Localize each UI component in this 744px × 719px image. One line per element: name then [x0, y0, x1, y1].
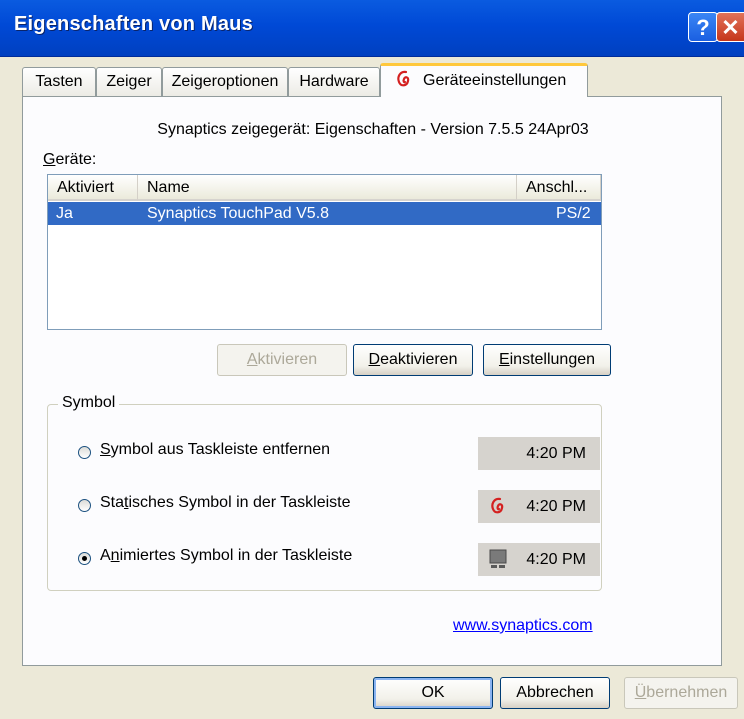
tab-zeiger[interactable]: Zeiger: [96, 67, 162, 96]
activate-button[interactable]: Aktivieren: [217, 344, 347, 376]
synaptics-logo-icon: [397, 70, 410, 87]
tray-preview-none: 4:20 PM: [478, 437, 600, 470]
tab-label: Geräteeinstellungen: [423, 72, 567, 89]
cell-name: Synaptics TouchPad V5.8: [147, 205, 330, 222]
cancel-button[interactable]: Abbrechen: [500, 677, 610, 709]
synaptics-logo-icon: [491, 497, 504, 514]
cell-port: PS/2: [556, 205, 591, 222]
symbol-group-title: Symbol: [58, 394, 120, 412]
device-list[interactable]: Aktiviert Name Anschl... Ja Synaptics To…: [47, 174, 602, 330]
help-button[interactable]: ?: [688, 12, 718, 42]
ok-button[interactable]: OK: [373, 677, 493, 709]
title-bar[interactable]: Eigenschaften von Maus ? ✕: [0, 0, 744, 57]
version-text: Synaptics zeigegerät: Eigenschaften - Ve…: [157, 121, 589, 138]
devices-label: Geräte:: [43, 151, 97, 168]
synaptics-website-link[interactable]: www.synaptics.com: [453, 617, 593, 635]
radio-remove-symbol[interactable]: [78, 446, 91, 459]
radio-animated-symbol[interactable]: [78, 552, 91, 565]
tray-preview-animated: 4:20 PM: [478, 543, 600, 576]
tray-time: 4:20 PM: [526, 445, 586, 462]
symbol-group: Symbol Symbol aus Taskleiste entfernen 4…: [47, 394, 602, 591]
table-row[interactable]: Ja Synaptics TouchPad V5.8 PS/2: [48, 202, 601, 225]
apply-button[interactable]: Übernehmen: [624, 677, 738, 709]
deactivate-button[interactable]: Deaktivieren: [353, 344, 473, 376]
close-button[interactable]: ✕: [716, 12, 744, 42]
tray-time: 4:20 PM: [526, 551, 586, 568]
column-header-activated[interactable]: Aktiviert: [48, 175, 138, 201]
window-title: Eigenschaften von Maus: [14, 13, 253, 35]
radio-label-remove-symbol[interactable]: Symbol aus Taskleiste entfernen: [100, 441, 330, 459]
radio-label-animated-symbol[interactable]: Animiertes Symbol in der Taskleiste: [100, 547, 352, 565]
cell-activated: Ja: [56, 205, 73, 222]
settings-button[interactable]: Einstellungen: [483, 344, 611, 376]
column-header-name[interactable]: Name: [138, 175, 517, 201]
column-header-port[interactable]: Anschl...: [517, 175, 601, 201]
radio-label-static-symbol[interactable]: Statisches Symbol in der Taskleiste: [100, 494, 351, 512]
tray-preview-static: 4:20 PM: [478, 490, 600, 523]
tab-hardware[interactable]: Hardware: [288, 67, 380, 96]
touchpad-icon: [489, 549, 507, 568]
tab-geraeteeinstellungen[interactable]: Geräteeinstellungen: [380, 63, 588, 97]
tab-panel: Synaptics zeigegerät: Eigenschaften - Ve…: [22, 96, 722, 666]
tab-tasten[interactable]: Tasten: [22, 67, 96, 96]
tray-time: 4:20 PM: [526, 498, 586, 515]
tab-zeigeroptionen[interactable]: Zeigeroptionen: [162, 67, 288, 96]
radio-static-symbol[interactable]: [78, 499, 91, 512]
mouse-properties-dialog: Eigenschaften von Maus ? ✕ Tasten Zeiger…: [0, 0, 744, 719]
